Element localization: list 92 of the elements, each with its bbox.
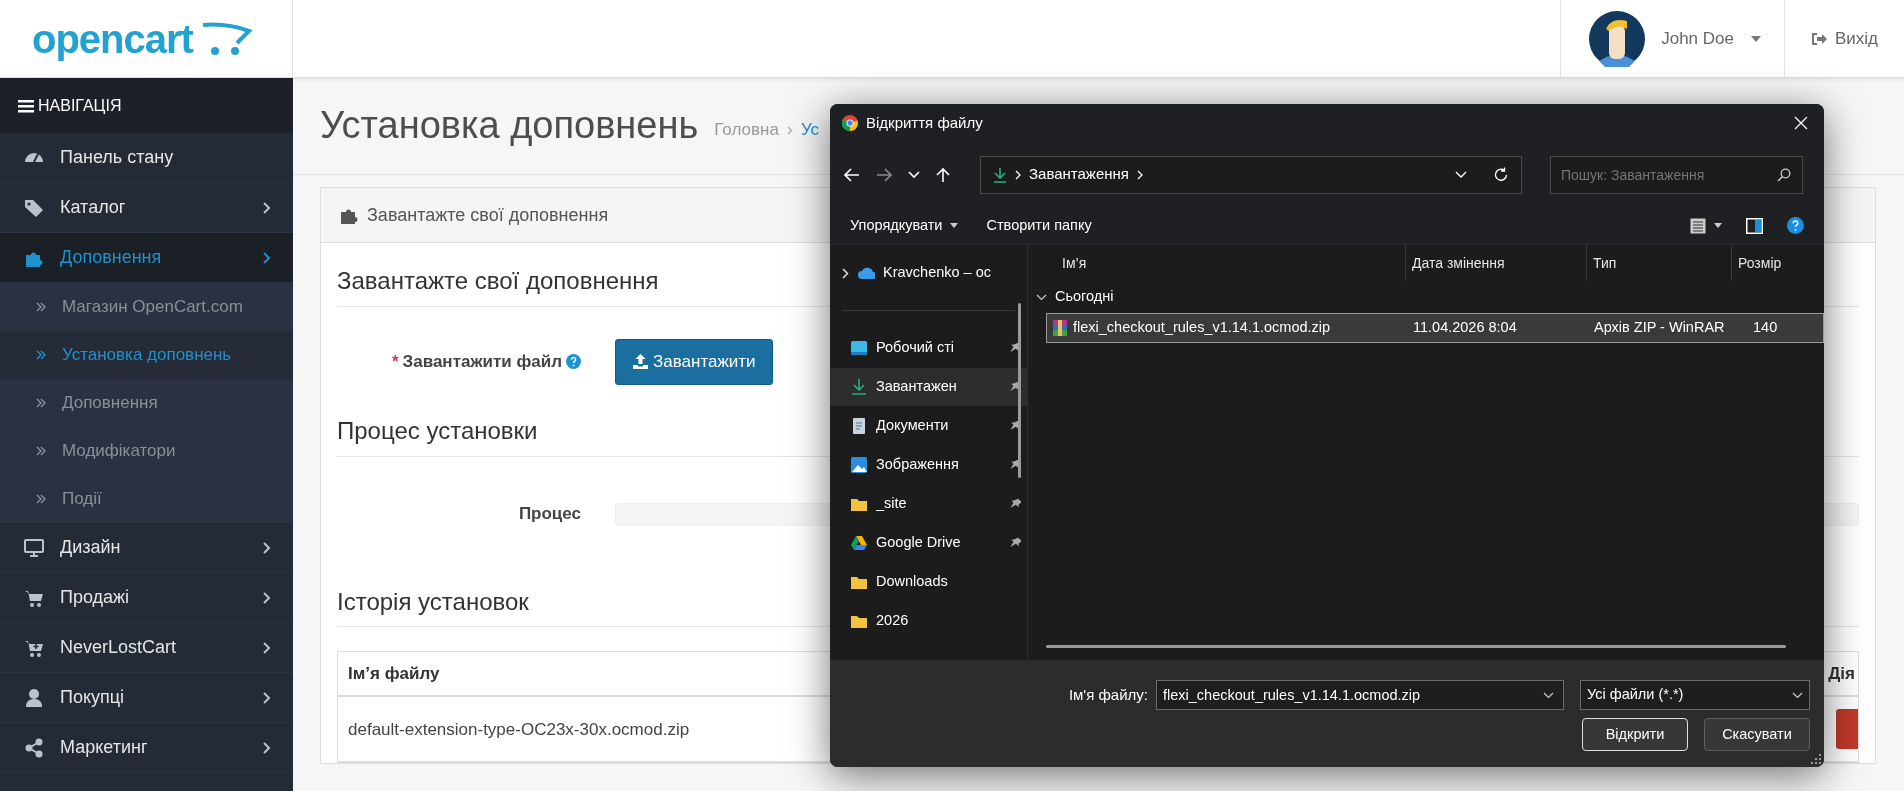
sign-out-icon — [1810, 31, 1827, 46]
sidebar-item[interactable]: Дизайн — [0, 523, 293, 573]
field-label: * Завантажити файл — [337, 349, 615, 375]
group-header[interactable]: Сьогодні — [1036, 285, 1824, 309]
preview-pane-icon[interactable] — [1746, 217, 1763, 234]
breadcrumb-item[interactable]: Завантаження — [1029, 163, 1129, 186]
list-view-icon — [1690, 217, 1706, 234]
file-type-select[interactable]: Усі файли (*.*) — [1580, 680, 1810, 710]
up-arrow-icon[interactable] — [936, 166, 950, 183]
search-icon — [1777, 167, 1791, 182]
chevron-down-icon[interactable] — [908, 170, 920, 179]
nav-pane-item[interactable]: Завантажен — [830, 368, 1027, 406]
column-header[interactable]: Тип — [1587, 245, 1732, 281]
picture-icon — [850, 456, 868, 474]
download-icon — [850, 378, 868, 396]
column-header[interactable]: Дата змінення — [1406, 245, 1587, 281]
scrollbar[interactable] — [1018, 303, 1021, 478]
submenu-item[interactable]: Доповнення — [0, 379, 293, 427]
chevron-down-icon — [1543, 692, 1554, 699]
nav-pane-item[interactable]: _site — [830, 485, 1027, 523]
panel-title: Завантажте свої доповнення — [367, 203, 609, 227]
scrollbar[interactable] — [1046, 645, 1786, 648]
logout-link[interactable]: Вихід — [1784, 0, 1904, 77]
submenu-item[interactable]: Магазин OpenCart.com — [0, 283, 293, 331]
breadcrumb-separator-icon — [786, 125, 793, 135]
user-name[interactable]: John Doe — [1661, 25, 1734, 52]
chevron-down-icon[interactable] — [1455, 170, 1467, 179]
archive-icon — [1051, 319, 1069, 337]
menu-icon — [18, 98, 34, 113]
help-icon — [566, 354, 581, 370]
nav-pane-item[interactable]: Google Drive — [830, 524, 1027, 562]
resize-grip-icon — [1811, 754, 1821, 764]
refresh-icon[interactable] — [1493, 166, 1509, 183]
dialog-title: Відкриття файлу — [866, 112, 984, 133]
double-chevron-icon — [36, 302, 46, 312]
file-size: 140 — [1752, 318, 1778, 338]
dialog-button[interactable]: Відкрити — [1582, 718, 1688, 751]
share-icon — [24, 737, 44, 758]
upload-button[interactable]: Завантажити — [615, 338, 773, 385]
help-icon[interactable] — [1787, 217, 1804, 234]
double-chevron-icon — [36, 350, 46, 360]
submenu-item[interactable]: Модифікатори — [0, 427, 293, 475]
document-icon — [850, 417, 868, 435]
double-chevron-icon — [36, 446, 46, 456]
dialog-button[interactable]: Скасувати — [1704, 718, 1810, 751]
download-icon — [993, 166, 1007, 183]
tag-icon — [24, 197, 44, 218]
chevron-right-icon — [1015, 169, 1021, 180]
search-field[interactable]: Пошук: Завантаження — [1550, 155, 1803, 194]
view-menu[interactable] — [1690, 217, 1722, 234]
browser-icon — [842, 115, 858, 131]
file-row[interactable]: flexi_checkout_rules_v1.14.1.ocmod.zip 11.04.2026 8:04 Архів ZIP - WinRAR 140 — [1046, 313, 1824, 343]
sidebar-item[interactable]: NeverLostCart — [0, 623, 293, 673]
close-button[interactable] — [1794, 116, 1808, 130]
caret-icon — [1749, 34, 1762, 43]
desktop-icon — [850, 339, 868, 357]
chevron-right-icon — [842, 267, 849, 279]
file-name: flexi_checkout_rules_v1.14.1.ocmod.zip — [1073, 318, 1331, 338]
avatar-icon — [1589, 10, 1646, 67]
address-bar[interactable]: Завантаження — [980, 155, 1522, 194]
field-label: Процес — [517, 503, 582, 526]
file-date: 11.04.2026 8:04 — [1412, 318, 1518, 338]
double-chevron-icon — [36, 494, 46, 504]
sidebar-item[interactable]: Продажі — [0, 573, 293, 623]
sidebar-item[interactable]: Панель стану — [0, 133, 293, 183]
submenu-item[interactable]: Установка доповнень — [0, 331, 293, 379]
user-icon — [24, 687, 44, 708]
caret-icon — [1714, 223, 1722, 228]
sidebar-item[interactable]: Маркетинг — [0, 723, 293, 773]
caret-icon — [950, 223, 959, 228]
double-chevron-icon — [36, 398, 46, 408]
required-mark: * — [391, 351, 399, 374]
upload-icon — [632, 353, 649, 371]
user-menu[interactable]: John Doe — [1560, 0, 1785, 77]
submenu-item[interactable]: Події — [0, 475, 293, 523]
monitor-icon — [24, 537, 44, 558]
page-title: Установка доповнень — [320, 103, 699, 149]
file-type: Архів ZIP - WinRAR — [1593, 318, 1726, 338]
chevron-right-icon — [1136, 169, 1143, 180]
drive-icon — [850, 534, 868, 552]
back-arrow-icon[interactable] — [844, 167, 860, 182]
sidebar-item[interactable]: Покупці — [0, 673, 293, 723]
delete-button[interactable] — [1836, 709, 1858, 750]
column-header[interactable]: Ім’я — [1028, 245, 1406, 281]
organize-menu[interactable]: Упорядкувати — [850, 214, 959, 237]
file-name-field[interactable]: flexi_checkout_rules_v1.14.1.ocmod.zip — [1156, 680, 1564, 710]
sidebar-item[interactable]: Доповнення — [0, 233, 293, 283]
new-folder-button[interactable]: Створити папку — [986, 214, 1092, 237]
nav-title: НАВІГАЦІЯ — [38, 95, 122, 116]
chevron-down-icon — [1792, 691, 1803, 699]
chevron-down-icon — [1036, 293, 1047, 301]
close-icon — [1794, 116, 1808, 130]
